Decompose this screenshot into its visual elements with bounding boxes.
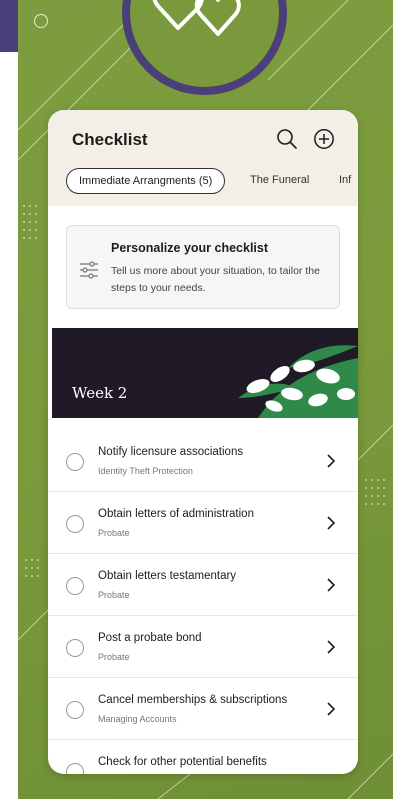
personalize-description: Tell us more about your situation, to ta… xyxy=(111,265,320,294)
checkbox-circle[interactable] xyxy=(66,639,84,657)
checklist-item-cancel-memberships[interactable]: Cancel memberships & subscriptions Manag… xyxy=(48,678,358,740)
tab-the-funeral[interactable]: The Funeral xyxy=(250,168,309,194)
sliders-icon xyxy=(80,261,98,279)
checkbox-circle[interactable] xyxy=(66,453,84,471)
chevron-right-icon xyxy=(327,454,336,468)
chevron-right-icon xyxy=(327,702,336,716)
chevron-right-icon xyxy=(327,640,336,654)
week-banner: Week 2 xyxy=(52,328,358,418)
category-tabs: Immediate Arrangments (5) The Funeral In… xyxy=(64,168,358,196)
item-subtitle: Probate xyxy=(98,652,130,662)
week-label: Week 2 xyxy=(72,384,128,402)
checkbox-circle[interactable] xyxy=(66,701,84,719)
item-subtitle: Identity Theft Protection xyxy=(98,466,193,476)
hearts-icon xyxy=(152,0,241,36)
item-title: Obtain letters testamentary xyxy=(98,570,237,582)
item-subtitle: Probate xyxy=(98,528,130,538)
search-icon[interactable] xyxy=(276,128,298,150)
item-title: Check for other potential benefits xyxy=(98,756,267,768)
phone-screen: Checklist Immediate Arrangments (5) The … xyxy=(48,110,358,774)
item-title: Obtain letters of administration xyxy=(98,508,254,520)
checklist-item-letters-administration[interactable]: Obtain letters of administration Probate xyxy=(48,492,358,554)
checkbox-circle[interactable] xyxy=(66,577,84,595)
add-circle-icon[interactable] xyxy=(313,128,335,150)
item-title: Post a probate bond xyxy=(98,632,202,644)
decorative-circle xyxy=(34,14,48,28)
checklist-item-notify-licensure[interactable]: Notify licensure associations Identity T… xyxy=(48,430,358,492)
personalize-title: Personalize your checklist xyxy=(111,241,269,255)
personalize-card[interactable]: Personalize your checklist Tell us more … xyxy=(66,225,340,309)
checklist-header: Checklist Immediate Arrangments (5) The … xyxy=(48,110,358,206)
chevron-right-icon xyxy=(327,516,336,530)
checklist-item-probate-bond[interactable]: Post a probate bond Probate xyxy=(48,616,358,678)
checkbox-circle[interactable] xyxy=(66,515,84,533)
checklist-item-letters-testamentary[interactable]: Obtain letters testamentary Probate xyxy=(48,554,358,616)
item-title: Cancel memberships & subscriptions xyxy=(98,694,288,706)
page-title: Checklist xyxy=(72,130,148,149)
item-subtitle: Probate xyxy=(98,590,130,600)
tab-info[interactable]: Inf xyxy=(339,168,351,194)
chevron-right-icon xyxy=(327,578,336,592)
tab-immediate-arrangements[interactable]: Immediate Arrangments (5) xyxy=(66,168,226,194)
checklist-item-other-benefits[interactable]: Check for other potential benefits xyxy=(48,740,358,774)
item-title: Notify licensure associations xyxy=(98,446,244,458)
checkbox-circle[interactable] xyxy=(66,763,84,774)
flowers-illustration xyxy=(238,345,358,418)
item-subtitle: Managing Accounts xyxy=(98,714,177,724)
